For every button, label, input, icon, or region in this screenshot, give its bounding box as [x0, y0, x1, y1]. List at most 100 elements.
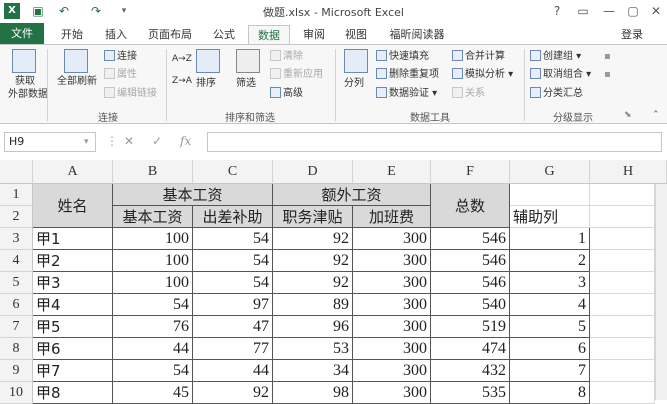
helper-cell[interactable]: 4 — [510, 294, 590, 316]
ungroup-button[interactable]: 取消组合 ▾ — [530, 68, 591, 81]
value-cell-c[interactable]: 44 — [193, 360, 273, 382]
restore-button[interactable]: ▢ — [624, 2, 642, 20]
tab-view[interactable]: 视图 — [336, 25, 376, 44]
value-cell-e[interactable]: 300 — [353, 294, 431, 316]
row-header-4[interactable]: 4 — [0, 250, 33, 272]
value-cell-f[interactable]: 432 — [431, 360, 510, 382]
cell-h[interactable] — [590, 294, 655, 316]
value-cell-e[interactable]: 300 — [353, 272, 431, 294]
name-cell[interactable]: 甲8 — [33, 382, 113, 404]
column-header-a[interactable]: A — [33, 160, 113, 184]
value-cell-b[interactable]: 45 — [113, 382, 193, 404]
row-header-2[interactable]: 2 — [0, 206, 33, 228]
tab-home[interactable]: 开始 — [52, 25, 92, 44]
filter-button[interactable]: 筛选 — [236, 77, 256, 90]
tab-insert[interactable]: 插入 — [96, 25, 136, 44]
tab-page-layout[interactable]: 页面布局 — [142, 25, 198, 44]
collapse-ribbon-icon[interactable]: ⌃ — [652, 109, 660, 122]
helper-cell[interactable]: 8 — [510, 382, 590, 404]
basic-wage-header-cell[interactable]: 基本工资 — [113, 184, 273, 206]
helper-cell[interactable]: 7 — [510, 360, 590, 382]
what-if-button[interactable]: 模拟分析 ▾ — [452, 68, 513, 81]
value-cell-f[interactable]: 546 — [431, 250, 510, 272]
cell-h2[interactable] — [590, 206, 655, 228]
value-cell-f[interactable]: 546 — [431, 272, 510, 294]
name-cell[interactable]: 甲6 — [33, 338, 113, 360]
helper-cell[interactable]: 6 — [510, 338, 590, 360]
value-cell-b[interactable]: 54 — [113, 360, 193, 382]
value-cell-d[interactable]: 34 — [273, 360, 353, 382]
sub-header-cell[interactable]: 加班费 — [353, 206, 431, 228]
ribbon-display-button[interactable]: ▭ — [574, 2, 592, 20]
cancel-icon[interactable]: ✕ — [124, 134, 134, 148]
row-header-3[interactable]: 3 — [0, 228, 33, 250]
tab-foxit-reader[interactable]: 福昕阅读器 — [384, 25, 450, 44]
advanced-button[interactable]: 高级 — [270, 87, 303, 100]
value-cell-f[interactable]: 519 — [431, 316, 510, 338]
consolidate-button[interactable]: 合并计算 — [452, 50, 505, 63]
value-cell-f[interactable]: 546 — [431, 228, 510, 250]
name-cell[interactable]: 甲7 — [33, 360, 113, 382]
value-cell-c[interactable]: 47 — [193, 316, 273, 338]
cell-h[interactable] — [590, 360, 655, 382]
name-cell[interactable]: 甲4 — [33, 294, 113, 316]
column-header-g[interactable]: G — [510, 160, 590, 184]
value-cell-d[interactable]: 98 — [273, 382, 353, 404]
cell-h[interactable] — [590, 316, 655, 338]
name-cell[interactable]: 甲1 — [33, 228, 113, 250]
value-cell-c[interactable]: 77 — [193, 338, 273, 360]
value-cell-b[interactable]: 44 — [113, 338, 193, 360]
cell-h[interactable] — [590, 338, 655, 360]
value-cell-f[interactable]: 540 — [431, 294, 510, 316]
help-button[interactable]: ? — [548, 2, 566, 20]
sub-header-cell[interactable]: 基本工资 — [113, 206, 193, 228]
column-header-d[interactable]: D — [273, 160, 353, 184]
name-box[interactable]: H9 — [4, 132, 96, 152]
show-detail-icon[interactable]: ▪ — [604, 50, 611, 63]
helper-cell[interactable]: 5 — [510, 316, 590, 338]
helper-cell[interactable]: 3 — [510, 272, 590, 294]
value-cell-b[interactable]: 100 — [113, 228, 193, 250]
sort-button[interactable]: 排序 — [196, 77, 216, 90]
row-header-6[interactable]: 6 — [0, 294, 33, 316]
value-cell-d[interactable]: 53 — [273, 338, 353, 360]
tab-data[interactable]: 数据 — [248, 25, 290, 44]
value-cell-e[interactable]: 300 — [353, 228, 431, 250]
row-header-10[interactable]: 10 — [0, 382, 33, 404]
helper-cell[interactable]: 1 — [510, 228, 590, 250]
data-validation-button[interactable]: 数据验证 ▾ — [376, 87, 437, 100]
sort-za-button[interactable]: Z→A — [172, 75, 192, 88]
value-cell-b[interactable]: 100 — [113, 272, 193, 294]
value-cell-e[interactable]: 300 — [353, 338, 431, 360]
value-cell-c[interactable]: 54 — [193, 228, 273, 250]
value-cell-c[interactable]: 97 — [193, 294, 273, 316]
column-header-f[interactable]: F — [431, 160, 510, 184]
cell-h[interactable] — [590, 382, 655, 404]
refresh-all-button[interactable]: 全部刷新 — [52, 75, 102, 88]
text-to-columns-button[interactable]: 分列 — [344, 77, 364, 90]
value-cell-c[interactable]: 54 — [193, 250, 273, 272]
select-all-corner[interactable] — [0, 160, 33, 184]
value-cell-d[interactable]: 92 — [273, 228, 353, 250]
tab-formulas[interactable]: 公式 — [204, 25, 244, 44]
outline-settings-icon[interactable]: ⬊ — [624, 109, 632, 122]
properties-button[interactable]: 属性 — [104, 68, 137, 81]
get-external-data-button[interactable]: 获取 外部数据 — [8, 75, 48, 101]
column-header-e[interactable]: E — [353, 160, 431, 184]
name-header-cell[interactable]: 姓名 — [33, 184, 113, 228]
close-button[interactable]: ✕ — [647, 2, 665, 20]
worksheet-grid[interactable]: ABCDEFGH 1 2 3 4 5 6 7 8 9 10 姓名 基本工资 额外工资 总数 基本工资 出差补… — [0, 158, 667, 404]
reapply-button[interactable]: 重新应用 — [270, 68, 323, 81]
row-header-9[interactable]: 9 — [0, 360, 33, 382]
value-cell-f[interactable]: 535 — [431, 382, 510, 404]
login-link[interactable]: 登录 — [621, 25, 643, 44]
name-cell[interactable]: 甲3 — [33, 272, 113, 294]
name-cell[interactable]: 甲2 — [33, 250, 113, 272]
edit-links-button[interactable]: 编辑链接 — [104, 87, 157, 100]
enter-icon[interactable]: ✓ — [152, 134, 162, 148]
row-header-1[interactable]: 1 — [0, 184, 33, 206]
minimize-button[interactable]: — — [600, 2, 618, 20]
cell-g1[interactable] — [510, 184, 590, 206]
subtotal-button[interactable]: 分类汇总 — [530, 87, 583, 100]
value-cell-d[interactable]: 92 — [273, 272, 353, 294]
